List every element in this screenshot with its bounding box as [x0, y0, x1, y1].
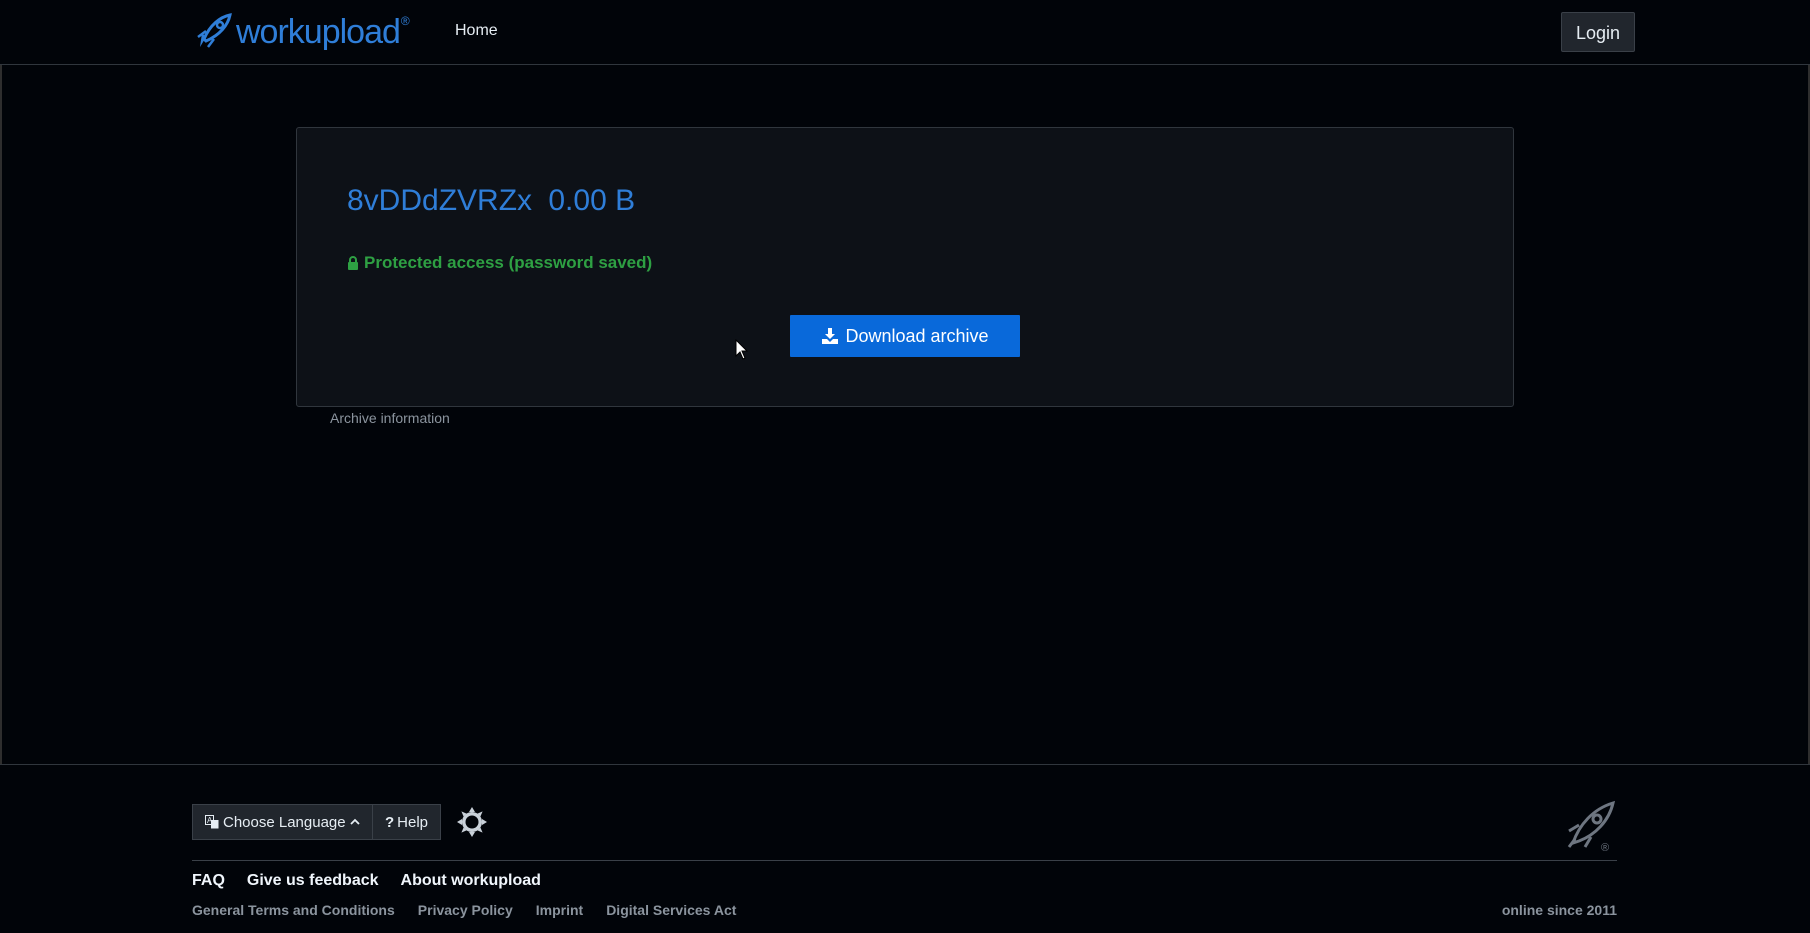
language-icon: A: [205, 815, 219, 829]
footer-legal-links: General Terms and Conditions Privacy Pol…: [192, 902, 759, 918]
footer-link-dsa[interactable]: Digital Services Act: [606, 902, 736, 918]
choose-language-button[interactable]: A Choose Language: [192, 804, 373, 840]
footer-link-imprint[interactable]: Imprint: [536, 902, 583, 918]
chevron-up-icon: [349, 818, 360, 826]
choose-language-label: Choose Language: [223, 813, 346, 831]
login-button[interactable]: Login: [1561, 12, 1635, 52]
archive-card: 8vDDdZVRZx 0.00 B Protected access (pass…: [296, 127, 1514, 407]
question-mark-icon: ?: [385, 813, 395, 831]
protected-access-status: Protected access (password saved): [347, 253, 652, 273]
footer-link-faq[interactable]: FAQ: [192, 872, 225, 890]
lock-icon: [347, 256, 359, 270]
file-size: 0.00 B: [548, 184, 636, 217]
mouse-cursor-icon: [735, 338, 749, 366]
nav-home-link[interactable]: Home: [455, 22, 498, 40]
rocket-brand-icon: ®: [1563, 797, 1619, 858]
help-button[interactable]: ? Help: [372, 804, 442, 840]
help-label: Help: [397, 813, 429, 831]
download-archive-button[interactable]: Download archive: [790, 315, 1020, 357]
workupload-logo[interactable]: workupload®: [192, 10, 410, 54]
archive-information-tab[interactable]: Archive information: [330, 410, 450, 426]
brightness-icon: [457, 807, 487, 837]
file-title: 8vDDdZVRZx 0.00 B: [347, 184, 635, 218]
online-since-text: online since 2011: [1501, 902, 1617, 918]
protected-access-text: Protected access (password saved): [364, 253, 653, 272]
footer-divider: [192, 860, 1617, 861]
footer-link-terms[interactable]: General Terms and Conditions: [192, 902, 395, 918]
footer-primary-links: FAQ Give us feedback About workupload: [192, 872, 563, 890]
rocket-logo-icon: [197, 13, 232, 48]
footer-link-feedback[interactable]: Give us feedback: [247, 872, 379, 890]
theme-toggle-button[interactable]: [455, 805, 489, 839]
footer-link-privacy[interactable]: Privacy Policy: [418, 902, 513, 918]
download-icon: [821, 328, 839, 344]
footer-link-about[interactable]: About workupload: [401, 872, 541, 890]
logo-wordmark: workupload®: [236, 13, 410, 51]
download-archive-label: Download archive: [845, 325, 989, 346]
page-footer: A Choose Language ? Help ® FAQ Give us f…: [0, 764, 1810, 933]
svg-text:®: ®: [1601, 842, 1609, 853]
file-name: 8vDDdZVRZx: [347, 184, 533, 217]
top-navbar: workupload® Home Login: [0, 0, 1810, 65]
